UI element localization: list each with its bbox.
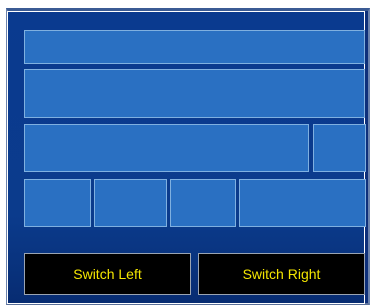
switch-left-label: Switch Left: [73, 266, 142, 282]
panel-row4-cell2: [94, 179, 167, 227]
panel-row3-left: [24, 124, 309, 172]
panel-row2: [24, 69, 365, 118]
panel-row1: [24, 30, 365, 64]
switch-right-label: Switch Right: [242, 266, 321, 282]
panel-row4-cell4: [239, 179, 366, 227]
switch-right-button[interactable]: Switch Right: [198, 253, 365, 295]
panel-row4-cell1: [24, 179, 91, 227]
switch-left-button[interactable]: Switch Left: [24, 253, 191, 295]
panel-row3-right: [313, 124, 366, 172]
panel-row4-cell3: [170, 179, 236, 227]
